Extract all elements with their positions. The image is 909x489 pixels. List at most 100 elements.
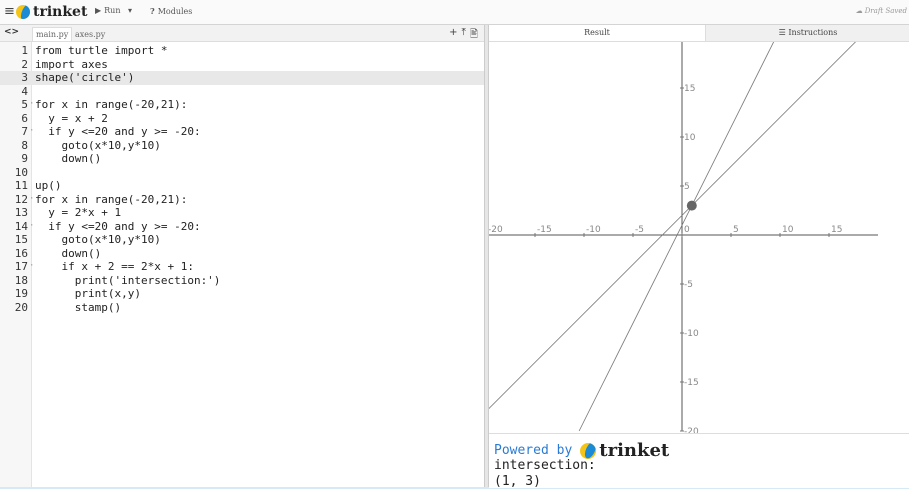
x-tick-label: -5 [635,225,644,235]
x-tick-label: 0 [684,225,690,235]
x-tick-label: 10 [782,225,794,235]
tab-instructions-label: Instructions [788,28,838,37]
fold-marker-icon[interactable]: · [29,193,34,207]
code-line[interactable]: 11 up() [0,179,484,193]
line-number: 19 [14,287,28,300]
chevron-down-icon: ▾ [128,6,133,15]
tab-result[interactable]: Result [489,25,705,41]
line-number: 5 [21,98,28,111]
play-icon: ▶ [95,6,102,15]
console-brand: trinket [599,440,670,461]
line-number: 9 [21,152,28,165]
draft-saved-label: Draft Saved [864,7,907,15]
line-number: 20 [14,300,28,314]
code-text: print('intersection:') [35,273,221,287]
code-line[interactable]: 7 · if y <=20 and y >= -20: [0,125,484,139]
line-number: 1 [21,44,28,57]
y-tick-label: 10 [684,133,696,143]
line-number: 13 [14,206,28,219]
code-text: import axes [35,57,108,71]
modules-button[interactable]: ? Modules [150,6,192,16]
code-line[interactable]: 10 [0,166,484,180]
code-line[interactable]: 5 · for x in range(-20,21): [0,98,484,112]
y-tick-label: -15 [684,378,699,388]
draft-saved-status: ☁ Draft Saved [855,7,907,15]
code-text: goto(x*10,y*10) [35,138,161,152]
turtle-plot: -20 -15 -10 -5 0 5 10 1515105-5-10-15-20 [485,38,878,437]
y-tick-label: 5 [684,182,690,192]
line-number: 11 [14,179,28,192]
brand-name: trinket [33,4,88,20]
fold-marker-icon[interactable]: · [29,125,34,139]
line-number: 12 [14,192,28,206]
x-tick-label: 15 [831,225,842,235]
trinket-logo[interactable]: trinket [16,3,87,21]
cloud-icon: ☁ [855,7,863,15]
trinket-logo-icon [16,5,30,19]
code-text: for x in range(-20,21): [35,192,188,206]
powered-by-label: Powered by [494,443,573,458]
fold-marker-icon[interactable]: · [29,220,34,234]
fold-marker-icon[interactable]: · [29,260,34,274]
x-tick-label: -10 [586,225,601,235]
y-tick-label: -5 [684,280,693,290]
code-line[interactable]: 4 [0,85,484,99]
question-icon: ? [150,6,155,16]
code-toggle-icon[interactable]: <> [4,27,19,37]
x-tick-label: 5 [733,225,739,235]
line-number: 18 [14,273,28,287]
code-text: down() [35,152,102,165]
result-tab-bar: Result ☰ Instructions [489,25,909,42]
code-line[interactable]: 1 from turtle import * [0,44,484,58]
file-tab-axes[interactable]: axes.py [72,28,108,41]
tab-instructions[interactable]: ☰ Instructions [705,25,909,41]
line-number: 3 [21,71,28,84]
line-number: 7 [21,125,28,138]
run-label: Run [104,6,121,15]
code-line[interactable]: 16 down() [0,247,484,261]
code-line[interactable]: 20 stamp() [0,301,484,315]
code-text: up() [35,179,62,192]
code-text: if y <=20 and y >= -20: [35,219,201,233]
file-tab-main[interactable]: main.py [32,27,73,41]
line-number: 2 [21,57,28,71]
run-options-dropdown[interactable]: ▾ [128,6,132,15]
code-text: print(x,y) [35,287,141,300]
code-text: if x + 2 == 2*x + 1: [35,260,194,273]
y-tick-label: 15 [684,84,695,94]
code-line[interactable]: 13 y = 2*x + 1 [0,206,484,220]
line-number: 6 [21,111,28,125]
turtle-stamp-point [686,200,697,211]
line-number: 10 [14,165,28,179]
y-tick-label: -10 [684,329,699,339]
fold-marker-icon[interactable]: · [29,98,34,112]
code-line[interactable]: 2 import axes [0,58,484,72]
code-line[interactable]: 12 · for x in range(-20,21): [0,193,484,207]
code-line[interactable]: 8 goto(x*10,y*10) [0,139,484,153]
line-number: 4 [21,84,28,98]
console-output-line: intersection: [494,458,596,473]
turtle-canvas[interactable]: -20 -15 -10 -5 0 5 10 15 15 10 5 -5 -10 -15 -20 [485,38,909,437]
code-line[interactable]: 15 goto(x*10,y*10) [0,233,484,247]
output-console: Powered by trinket intersection: (1, 3) [489,433,909,489]
code-line[interactable]: 14 · if y <=20 and y >= -20: [0,220,484,234]
code-line[interactable]: 6 y = x + 2 [0,112,484,126]
run-button[interactable]: ▶ Run [95,6,120,15]
x-tick-label: -20 [489,225,503,235]
code-text: stamp() [35,300,122,314]
line-number: 8 [21,138,28,152]
hamburger-menu-icon[interactable]: ≡ [4,4,15,19]
series-line-2 [578,38,776,432]
code-line[interactable]: 3 shape('circle') [0,71,484,85]
code-line[interactable]: 17 · if x + 2 == 2*x + 1: [0,260,484,274]
code-text: goto(x*10,y*10) [35,233,161,246]
code-line[interactable]: 18 print('intersection:') [0,274,484,288]
line-number: 14 [14,219,28,233]
top-toolbar: ≡ trinket ▶ Run ▾ ? Modules ☁ Draft Save… [0,0,909,25]
code-editor[interactable]: 1 from turtle import * 2 import axes 3 shape(… [0,42,484,487]
line-number: 17 [14,260,28,273]
code-text: shape('circle') [35,71,135,84]
code-text: from turtle import * [35,44,168,57]
code-line[interactable]: 19 print(x,y) [0,287,484,301]
code-line[interactable]: 9 down() [0,152,484,166]
